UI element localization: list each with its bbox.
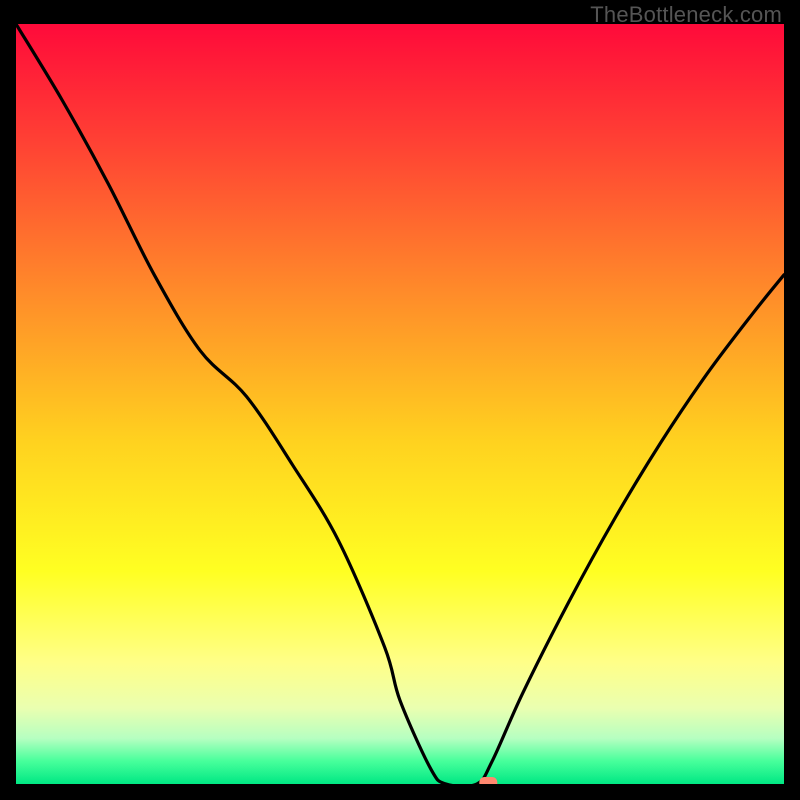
chart-svg [16, 24, 784, 784]
chart-frame [16, 24, 784, 784]
watermark-text: TheBottleneck.com [590, 2, 782, 28]
gradient-background [16, 24, 784, 784]
minimum-marker [479, 777, 497, 784]
